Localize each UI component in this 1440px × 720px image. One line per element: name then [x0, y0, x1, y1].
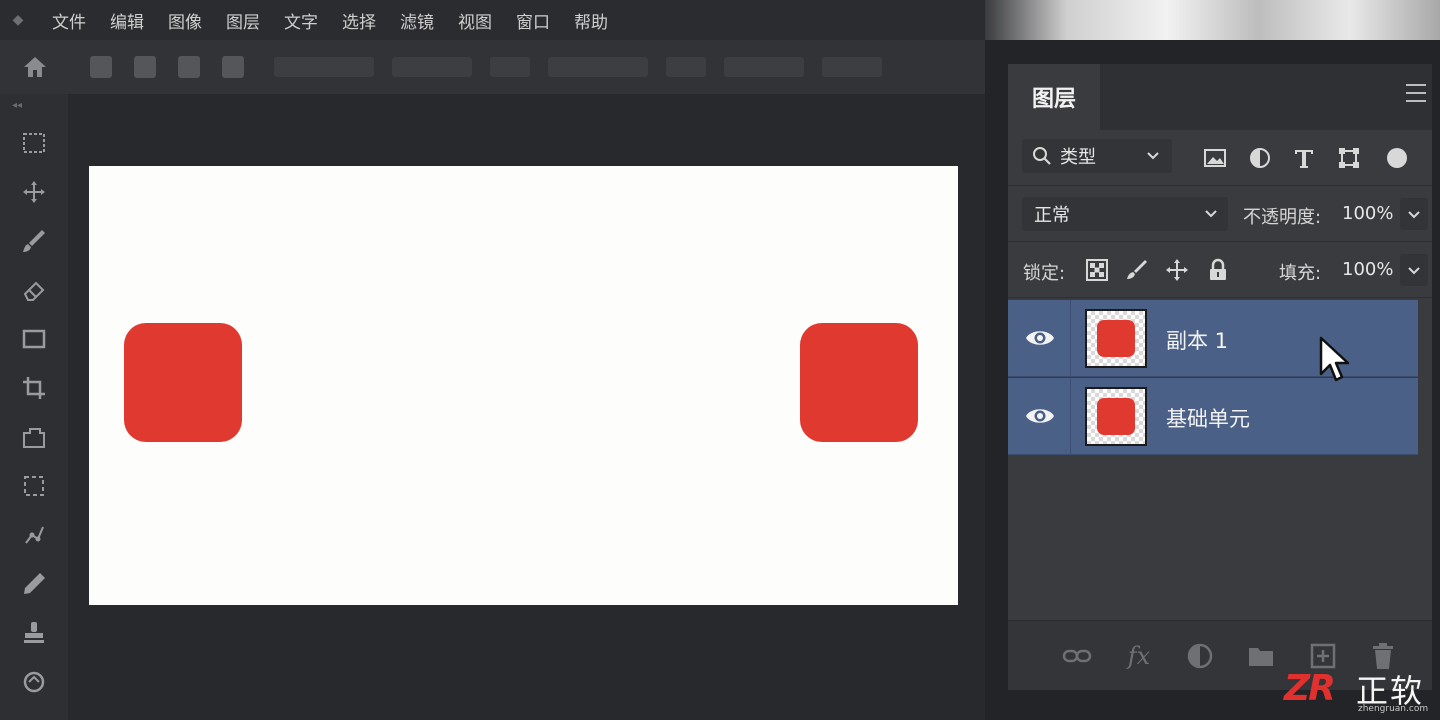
opacity-label: 不透明度: [1243, 207, 1322, 228]
height-field[interactable] [724, 57, 804, 77]
lock-label: 锁定: [1023, 263, 1066, 284]
layer-name[interactable]: 基础单元 [1166, 403, 1250, 433]
search-icon [1033, 147, 1051, 165]
subtract-selection-icon[interactable] [178, 56, 200, 78]
options-bar [0, 40, 985, 94]
new-selection-icon[interactable] [90, 56, 112, 78]
chevron-down-icon [1205, 210, 1217, 218]
menu-select[interactable]: 选择 [342, 8, 376, 33]
tab-layers[interactable]: 图层 [1008, 64, 1100, 130]
rotate-view-tool-icon[interactable] [17, 665, 51, 699]
row-divider [1070, 300, 1071, 377]
document-canvas[interactable] [89, 166, 958, 605]
blurred-background-strip [985, 0, 1440, 40]
panel-tab-bar: 图层 [1008, 64, 1432, 130]
layer-thumbnail[interactable] [1085, 387, 1147, 446]
menu-filter[interactable]: 滤镜 [400, 8, 434, 33]
thumbnail-red-shape [1097, 320, 1135, 357]
red-rounded-square-base[interactable] [124, 323, 242, 442]
blend-mode-select[interactable]: 正常 [1022, 197, 1228, 231]
adjustment-layer-icon[interactable] [1185, 641, 1215, 671]
lock-transparent-pixels-icon[interactable] [1084, 257, 1110, 283]
chevron-down-icon [1147, 152, 1159, 160]
layers-panel: 图层 类型 正常 不透明度: 100% 锁定: 填充: 100% 副本 1 基础… [1008, 64, 1432, 690]
tools-panel: ◂◂ [0, 94, 68, 720]
swap-icon[interactable] [666, 57, 706, 77]
opacity-slider-toggle[interactable] [1400, 198, 1428, 230]
mouse-pointer-icon [1319, 336, 1350, 382]
layer-name[interactable]: 副本 1 [1166, 325, 1228, 355]
style-option[interactable] [490, 57, 530, 77]
opacity-input[interactable]: 100% [1342, 203, 1393, 224]
watermark-url: zhengruan.com [1358, 704, 1429, 714]
photoshop-window: ◆ 文件 编辑 图像 图层 文字 选择 滤镜 视图 窗口 帮助 ◂◂ 图层 类型… [0, 0, 1440, 720]
eye-visibility-icon[interactable] [1024, 404, 1056, 428]
type-filter-icon[interactable] [1292, 146, 1316, 170]
menu-view[interactable]: 视图 [458, 8, 492, 33]
fill-label: 填充: [1279, 263, 1322, 284]
layer-row[interactable]: 副本 1 [1008, 300, 1418, 377]
style-select[interactable] [548, 57, 648, 77]
puppet-warp-tool-icon[interactable] [17, 518, 51, 552]
thumbnail-red-shape [1097, 398, 1135, 435]
eye-visibility-icon[interactable] [1024, 326, 1056, 350]
add-selection-icon[interactable] [134, 56, 156, 78]
layer-thumbnail[interactable] [1085, 309, 1147, 368]
crop-tool-icon[interactable] [17, 371, 51, 405]
link-layers-icon[interactable] [1062, 641, 1092, 671]
filter-type-select[interactable]: 类型 [1022, 139, 1172, 173]
layer-style-fx-icon[interactable]: fx [1124, 641, 1154, 671]
panel-menu-icon[interactable] [1406, 84, 1426, 102]
lock-fill-row: 锁定: 填充: 100% [1008, 242, 1432, 298]
menu-window[interactable]: 窗口 [516, 8, 550, 33]
site-watermark: ZR 正软 zhengruan.com [1284, 664, 1434, 716]
shape-filter-icon[interactable] [1337, 146, 1361, 170]
select-mask-button[interactable] [822, 57, 882, 77]
new-group-folder-icon[interactable] [1246, 641, 1276, 671]
filter-type-label: 类型 [1060, 147, 1096, 168]
blend-opacity-row: 正常 不透明度: 100% [1008, 186, 1432, 242]
menu-file[interactable]: 文件 [52, 8, 86, 33]
menu-help[interactable]: 帮助 [574, 8, 608, 33]
menu-edit[interactable]: 编辑 [110, 8, 144, 33]
marquee-tool-icon[interactable] [17, 126, 51, 160]
layer-row[interactable]: 基础单元 [1008, 378, 1418, 455]
antialias-option[interactable] [392, 57, 472, 77]
smart-object-filter-icon[interactable] [1385, 146, 1409, 170]
red-rounded-square-copy[interactable] [800, 323, 918, 442]
chevron-down-icon [1408, 211, 1420, 219]
move-tool-icon[interactable] [17, 175, 51, 209]
app-icon[interactable]: ◆ [0, 0, 36, 40]
watermark-logo: ZR [1284, 668, 1336, 709]
panel-grip-icon[interactable]: ◂◂ [12, 100, 22, 111]
layer-filter-row: 类型 [1008, 130, 1432, 186]
pencil-tool-icon[interactable] [17, 567, 51, 601]
menu-type[interactable]: 文字 [284, 8, 318, 33]
frame-tool-icon[interactable] [17, 420, 51, 454]
fill-input[interactable]: 100% [1342, 259, 1393, 280]
image-filter-icon[interactable] [1203, 146, 1227, 170]
brush-tool-icon[interactable] [17, 224, 51, 258]
lock-image-pixels-icon[interactable] [1124, 257, 1150, 283]
row-divider [1070, 378, 1071, 455]
chevron-down-icon [1408, 267, 1420, 275]
lock-position-icon[interactable] [1164, 257, 1190, 283]
transform-tool-icon[interactable] [17, 469, 51, 503]
intersect-selection-icon[interactable] [222, 56, 244, 78]
home-icon[interactable] [20, 52, 50, 82]
adjustment-filter-icon[interactable] [1248, 146, 1272, 170]
feather-field[interactable] [274, 57, 374, 77]
eraser-tool-icon[interactable] [17, 273, 51, 307]
fill-slider-toggle[interactable] [1400, 254, 1428, 286]
menu-layer[interactable]: 图层 [226, 8, 260, 33]
menu-image[interactable]: 图像 [168, 8, 202, 33]
lock-all-icon[interactable] [1205, 257, 1231, 283]
stamp-tool-icon[interactable] [17, 616, 51, 650]
menu-bar: ◆ 文件 编辑 图像 图层 文字 选择 滤镜 视图 窗口 帮助 [0, 0, 985, 40]
rectangle-tool-icon[interactable] [17, 322, 51, 356]
blend-mode-value: 正常 [1034, 205, 1070, 226]
